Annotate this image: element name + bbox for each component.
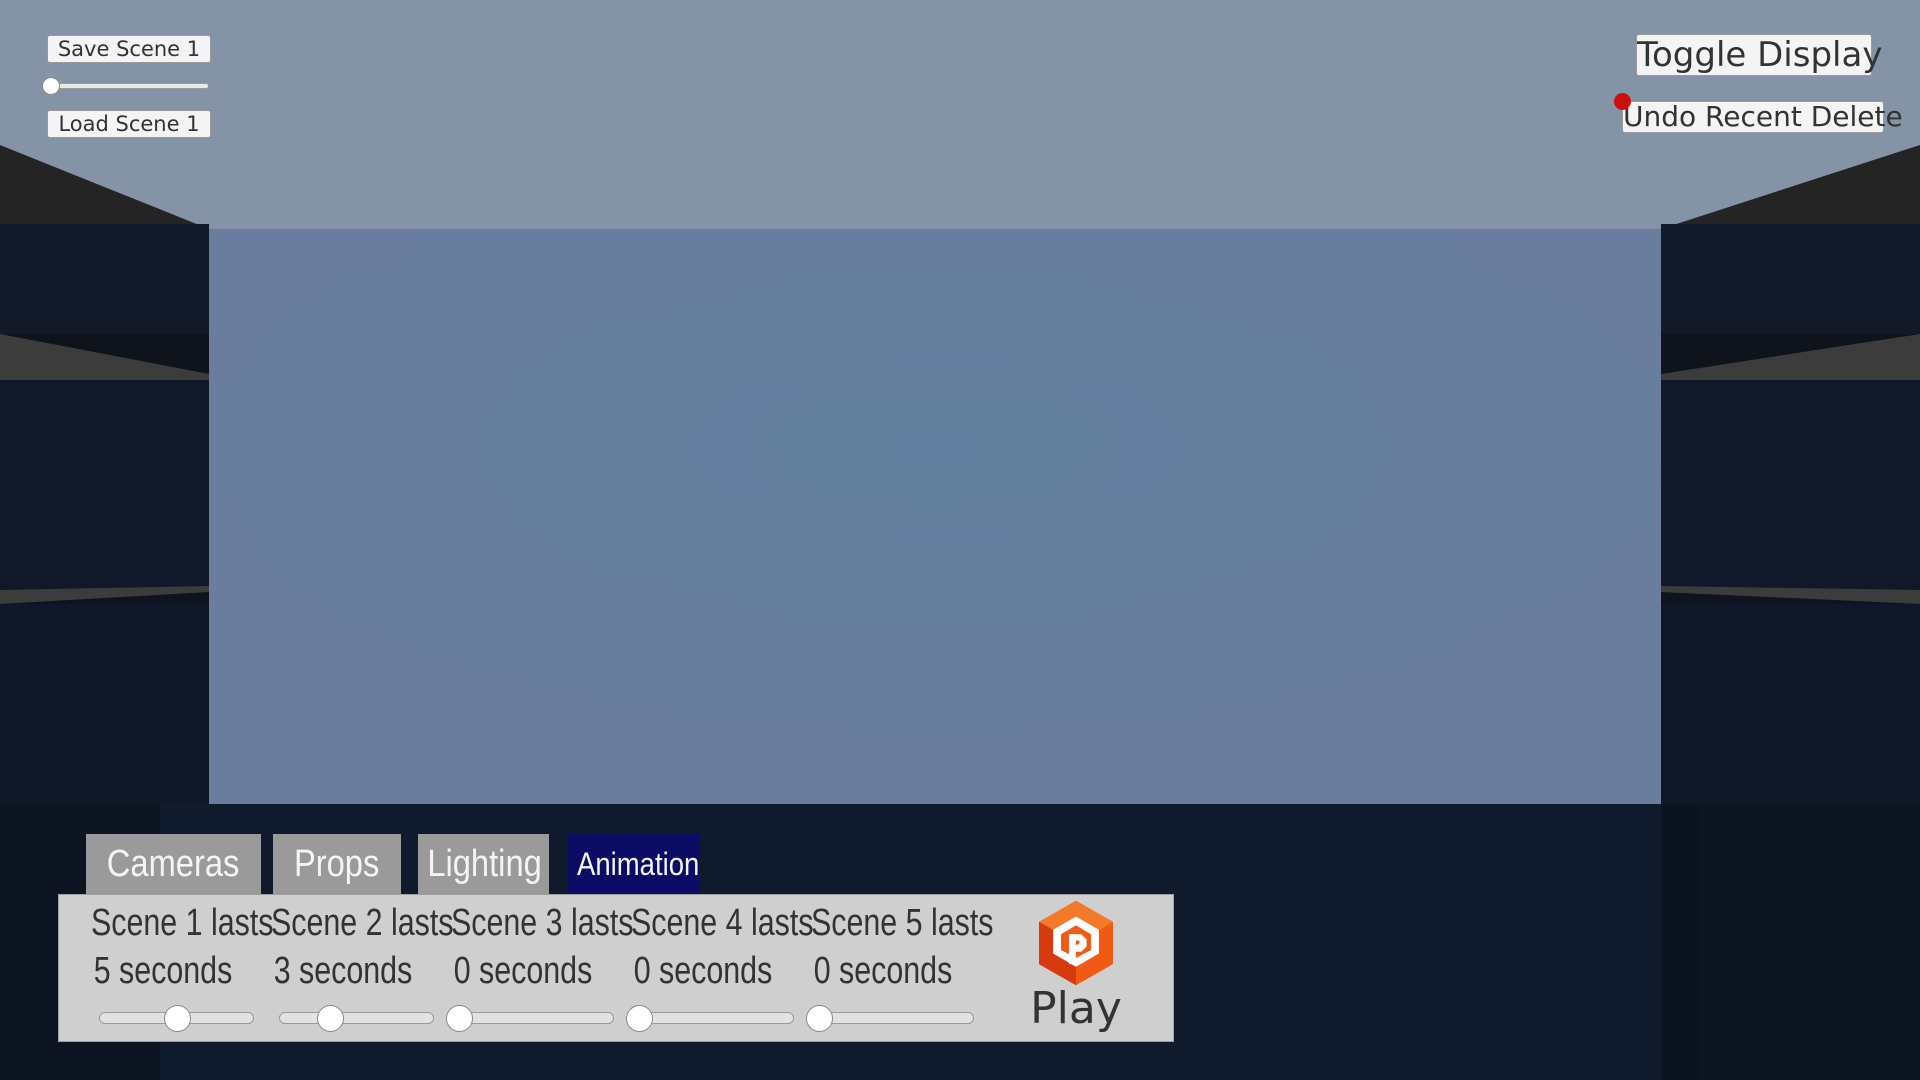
scene-3-title: Scene 3 lasts bbox=[451, 902, 634, 944]
tab-props-label: Props bbox=[294, 843, 380, 885]
scene-2-duration: Scene 2 lasts 3 seconds bbox=[253, 895, 454, 1032]
scene-2-seconds: 3 seconds bbox=[273, 950, 413, 992]
scene-3-slider-track bbox=[459, 1012, 614, 1024]
tab-cameras-label: Cameras bbox=[107, 843, 240, 885]
scene-4-duration-slider[interactable] bbox=[626, 1005, 794, 1032]
scene-3-duration-slider[interactable] bbox=[446, 1005, 614, 1032]
scene-1-duration: Scene 1 lasts 5 seconds bbox=[73, 895, 274, 1032]
scene-select-slider-track bbox=[51, 83, 209, 89]
scene-4-slider-track bbox=[639, 1012, 794, 1024]
tab-cameras[interactable]: Cameras bbox=[86, 834, 261, 894]
scene-select-slider[interactable] bbox=[42, 77, 209, 95]
scene-1-slider-handle[interactable] bbox=[163, 1005, 191, 1032]
tab-lighting-label: Lighting bbox=[427, 843, 542, 885]
toggle-display-button[interactable]: Toggle Display bbox=[1636, 34, 1882, 76]
scene-4-seconds: 0 seconds bbox=[633, 950, 773, 992]
play-button[interactable]: Play bbox=[1020, 895, 1132, 1035]
scene-5-seconds: 0 seconds bbox=[813, 950, 953, 992]
scene-3-duration: Scene 3 lasts 0 seconds bbox=[433, 895, 634, 1032]
load-scene-button[interactable]: Load Scene 1 bbox=[47, 110, 211, 138]
undo-recent-delete-button[interactable]: Undo Recent Delete bbox=[1622, 101, 1903, 133]
scene-2-slider-handle[interactable] bbox=[317, 1005, 345, 1032]
scene-2-duration-slider[interactable] bbox=[279, 1005, 434, 1032]
scene-5-duration-slider[interactable] bbox=[806, 1005, 974, 1032]
recording-indicator-dot bbox=[1614, 93, 1631, 110]
play-label: Play bbox=[1030, 983, 1122, 1034]
save-scene-button[interactable]: Save Scene 1 bbox=[47, 35, 211, 63]
scene-4-duration: Scene 4 lasts 0 seconds bbox=[613, 895, 814, 1032]
scene-5-slider-track bbox=[819, 1012, 974, 1024]
scene-3-seconds: 0 seconds bbox=[453, 950, 593, 992]
backdrop-wall bbox=[209, 229, 1661, 804]
scene-select-slider-handle[interactable] bbox=[42, 77, 60, 95]
scene-1-title: Scene 1 lasts bbox=[91, 902, 274, 944]
scene-2-slider-track bbox=[279, 1012, 434, 1024]
scene-1-duration-slider[interactable] bbox=[99, 1005, 254, 1032]
play-logo-icon bbox=[1039, 900, 1113, 986]
scene-3-slider-handle[interactable] bbox=[446, 1005, 473, 1032]
scene-viewport: Save Scene 1 Load Scene 1 Toggle Display… bbox=[0, 0, 1920, 1080]
tab-animation[interactable]: Animation bbox=[567, 834, 699, 894]
scene-4-slider-handle[interactable] bbox=[626, 1005, 653, 1032]
scene-1-seconds: 5 seconds bbox=[93, 950, 233, 992]
scene-4-title: Scene 4 lasts bbox=[631, 902, 814, 944]
tab-lighting[interactable]: Lighting bbox=[418, 834, 549, 894]
animation-panel: Scene 1 lasts 5 seconds Scene 2 lasts 3 … bbox=[58, 894, 1174, 1042]
scene-5-duration: Scene 5 lasts 0 seconds bbox=[793, 895, 994, 1032]
tab-props[interactable]: Props bbox=[273, 834, 401, 894]
tab-animation-label: Animation bbox=[576, 846, 700, 882]
scene-5-slider-handle[interactable] bbox=[806, 1005, 833, 1032]
scene-2-title: Scene 2 lasts bbox=[271, 902, 454, 944]
scene-5-title: Scene 5 lasts bbox=[811, 902, 994, 944]
